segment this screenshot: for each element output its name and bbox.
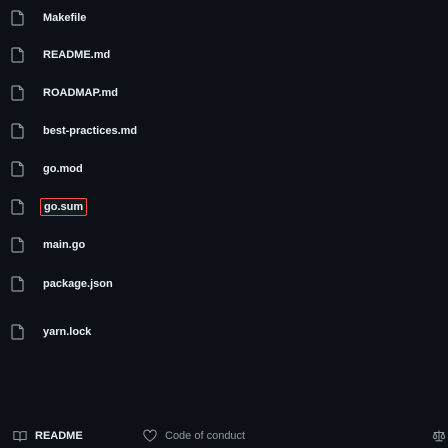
tab-code-of-conduct[interactable]: Code of conduct [143,424,245,448]
file-name-highlighted[interactable]: go.sum [40,198,88,216]
file-name[interactable]: yarn.lock [43,326,91,338]
file-icon [11,161,24,177]
heart-icon [143,429,157,442]
file-icon [11,324,24,340]
file-name[interactable]: package.json [43,278,113,290]
file-icon [11,47,24,63]
file-icon [11,123,24,139]
file-name[interactable]: README.md [43,49,110,61]
file-name[interactable]: go.mod [43,163,83,175]
file-row-best-practices[interactable]: best-practices.md [0,116,448,146]
file-name[interactable]: Makefile [43,12,86,24]
repo-tabs: README Code of conduct [0,424,448,448]
law-icon [432,430,446,442]
file-row-roadmap[interactable]: ROADMAP.md [0,78,448,108]
file-name[interactable]: best-practices.md [43,125,137,137]
file-row-go-sum[interactable]: go.sum [0,192,448,222]
file-name[interactable]: ROADMAP.md [43,87,118,99]
file-name[interactable]: main.go [43,239,85,251]
file-icon [11,85,24,101]
tab-label: README [35,430,83,442]
file-row-go-mod[interactable]: go.mod [0,154,448,184]
file-row-main-go[interactable]: main.go [0,230,448,260]
tab-license[interactable] [432,424,448,448]
repo-file-browser: Makefile README.md ROADMAP.md best-pract… [0,0,448,448]
file-row-makefile[interactable]: Makefile [0,3,448,33]
file-icon [11,10,24,26]
tab-label: Code of conduct [165,430,246,442]
file-icon [11,199,24,215]
file-row-package-json[interactable]: package.json [0,269,448,299]
file-row-readme[interactable]: README.md [0,40,448,70]
file-row-yarn-lock[interactable]: yarn.lock [0,317,448,347]
file-icon [11,237,24,253]
file-icon [11,276,24,292]
book-icon [13,431,27,442]
tab-readme[interactable]: README [13,424,83,448]
